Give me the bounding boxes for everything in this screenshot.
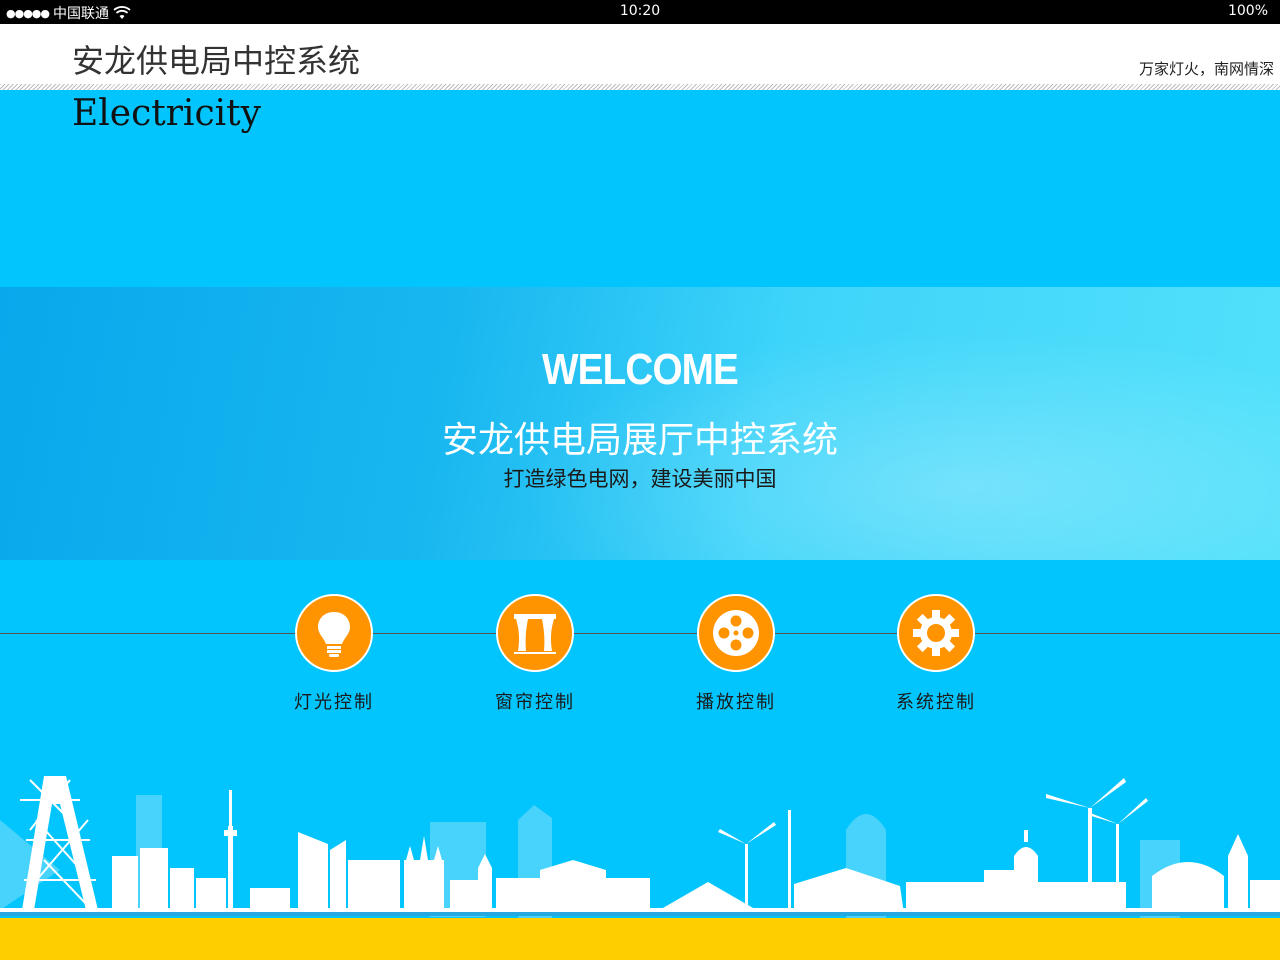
footer-bar [0, 918, 1280, 960]
playback-control-label: 播放控制 [696, 692, 776, 713]
banner-title: 安龙供电局展厅中控系统 [441, 420, 838, 461]
city-skyline-illustration [0, 776, 1280, 918]
page-title: 安龙供电局中控系统 [72, 42, 361, 80]
light-control-label: 灯光控制 [294, 692, 374, 713]
header-slogan: 万家灯火，南网情深 [1138, 60, 1274, 78]
app-header: 安龙供电局中控系统 万家灯火，南网情深 [0, 24, 1280, 84]
clock: 10:20 [619, 3, 661, 19]
status-bar: ●●●●● 中国联通 10:20 100% [0, 0, 1280, 24]
banner-subtitle: 打造绿色电网，建设美丽中国 [503, 467, 777, 491]
header-divider [0, 84, 1280, 90]
battery-indicator: 100% [1227, 3, 1268, 19]
curtain-icon [514, 614, 556, 654]
playback-control-button[interactable]: 播放控制 [676, 594, 796, 724]
light-control-circle[interactable] [295, 594, 373, 672]
playback-control-circle[interactable] [697, 594, 775, 672]
film-reel-icon [713, 610, 759, 656]
curtain-control-label: 窗帘控制 [495, 692, 575, 713]
welcome-heading: WELCOME [541, 345, 739, 394]
curtain-control-circle[interactable] [496, 594, 574, 672]
system-control-label: 系统控制 [896, 692, 976, 713]
curtain-control-button[interactable]: 窗帘控制 [475, 594, 595, 724]
controls-divider [0, 633, 1280, 634]
gear-icon [913, 610, 959, 656]
system-control-circle[interactable] [897, 594, 975, 672]
system-control-button[interactable]: 系统控制 [876, 594, 996, 724]
light-control-button[interactable]: 灯光控制 [274, 594, 394, 724]
section-subtitle: Electricity [72, 93, 261, 134]
bulb-icon [318, 612, 350, 657]
welcome-banner: WELCOME 安龙供电局展厅中控系统 打造绿色电网，建设美丽中国 [0, 287, 1280, 560]
